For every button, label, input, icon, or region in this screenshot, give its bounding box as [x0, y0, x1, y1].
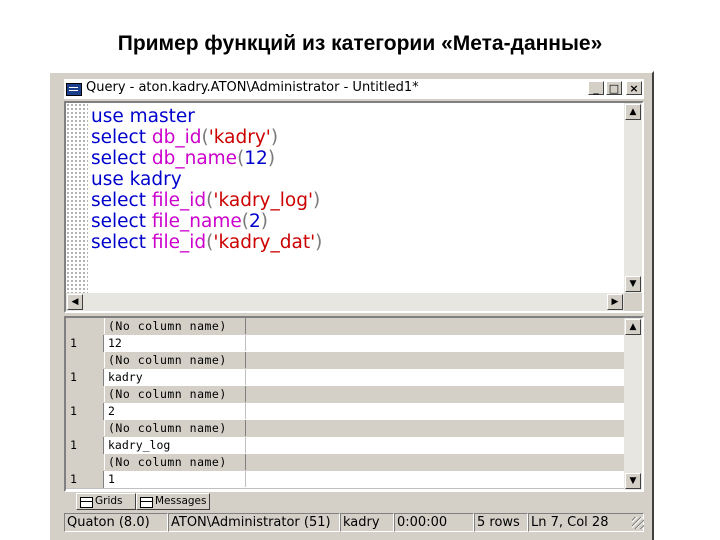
result-cell[interactable]: 1	[105, 471, 246, 487]
status-server: Quaton (8.0)	[64, 513, 168, 532]
column-header[interactable]: (No column name)	[104, 454, 246, 470]
code-token: (	[201, 127, 209, 148]
row-number[interactable]: 1	[66, 403, 104, 420]
result-header: (No column name)	[66, 318, 624, 336]
result-header: (No column name)	[66, 352, 624, 370]
code-token: file_name	[151, 211, 242, 232]
code-line: use kadry	[91, 169, 322, 190]
row-number[interactable]: 1	[66, 369, 104, 386]
code-token: select	[91, 190, 146, 211]
tab-messages[interactable]: Messages	[136, 493, 210, 510]
code-token: select	[91, 127, 146, 148]
column-header[interactable]: (No column name)	[104, 352, 246, 368]
table-row[interactable]: 1 kadry_log	[66, 437, 624, 455]
code-line: use master	[91, 106, 322, 127]
code-line: select file_id('kadry_dat')	[91, 232, 322, 253]
result-header: (No column name)	[66, 420, 624, 438]
result-cell[interactable]: 2	[105, 403, 246, 419]
sql-code[interactable]: use master select db_id('kadry') select db…	[91, 106, 322, 253]
result-header: (No column name)	[66, 386, 624, 404]
code-token: 12	[244, 148, 268, 169]
code-token: )	[313, 190, 321, 211]
code-token: file_id	[151, 232, 207, 253]
code-token: select	[91, 232, 146, 253]
row-number[interactable]: 1	[66, 335, 104, 352]
tab-grids[interactable]: Grids	[76, 493, 136, 510]
query-window: Query - aton.kadry.ATON\Administrator - …	[48, 71, 654, 540]
editor-gutter	[66, 103, 88, 293]
column-header[interactable]: (No column name)	[104, 386, 246, 402]
table-row[interactable]: 1 kadry	[66, 369, 624, 387]
maximize-button[interactable]: □	[606, 81, 622, 95]
code-token: db_id	[151, 127, 202, 148]
results-pane: (No column name) 1 12 (No column name) 1 kadr…	[64, 316, 644, 492]
column-header[interactable]: (No column name)	[104, 420, 246, 436]
code-token: 'kadry_dat'	[213, 232, 316, 253]
code-token: )	[267, 148, 276, 169]
code-token: kadry	[123, 169, 182, 190]
row-number[interactable]: 1	[66, 471, 104, 488]
table-row[interactable]: 11	[66, 471, 624, 489]
status-elapsed-time: 0:00:00	[394, 513, 474, 532]
scroll-right-icon[interactable]: ▶	[607, 294, 623, 310]
code-token: db_name	[151, 148, 238, 169]
tab-grids-label: Grids	[95, 495, 123, 507]
scroll-up-icon[interactable]: ▲	[625, 104, 641, 120]
result-cell[interactable]: 12	[105, 335, 246, 351]
table-row[interactable]: 1 12	[66, 335, 624, 353]
scroll-down-icon[interactable]: ▼	[625, 276, 641, 292]
result-header: (No column name)	[66, 454, 624, 472]
code-token: )	[315, 232, 323, 253]
code-line: select file_name(2)	[91, 211, 322, 232]
editor-vertical-scrollbar[interactable]: ▲ ▼	[624, 103, 642, 293]
code-token: select	[91, 211, 146, 232]
code-token: master	[123, 106, 195, 127]
code-token: 'kadry_log'	[213, 190, 314, 211]
code-token: file_id	[151, 190, 207, 211]
code-line: select db_name(12)	[91, 148, 322, 169]
query-editor[interactable]: use master select db_id('kadry') select db…	[64, 101, 644, 313]
messages-icon	[140, 497, 153, 508]
slide-title: Пример функций из категории «Мета-данные…	[117, 32, 603, 55]
tab-messages-label: Messages	[155, 495, 207, 507]
status-database: kadry	[340, 513, 394, 532]
close-button[interactable]: ×	[626, 81, 642, 95]
status-cursor-position: Ln 7, Col 28	[528, 513, 644, 532]
results-vertical-scrollbar[interactable]: ▲ ▼	[624, 318, 642, 490]
code-token: )	[270, 127, 279, 148]
query-window-icon	[66, 83, 82, 96]
code-token: use	[91, 106, 124, 127]
result-cell[interactable]: kadry	[105, 369, 246, 385]
status-bar: Quaton (8.0) ATON\Administrator (51) kad…	[64, 513, 644, 533]
window-titlebar[interactable]: Query - aton.kadry.ATON\Administrator - …	[64, 79, 644, 99]
table-row[interactable]: 12	[66, 403, 624, 421]
scroll-up-icon[interactable]: ▲	[625, 319, 641, 335]
editor-horizontal-scrollbar[interactable]: ◀ ▶	[66, 293, 624, 311]
scroll-down-icon[interactable]: ▼	[625, 473, 641, 489]
code-token: )	[260, 211, 268, 232]
result-cell[interactable]: kadry_log	[105, 437, 246, 453]
window-title: Query - aton.kadry.ATON\Administrator - …	[86, 80, 419, 95]
minimize-button[interactable]: _	[588, 81, 604, 95]
code-token: 'kadry'	[208, 127, 271, 148]
status-row-count: 5 rows	[474, 513, 528, 532]
grid-icon	[80, 497, 93, 508]
code-token: 2	[248, 211, 261, 232]
code-token: use	[91, 169, 124, 190]
scroll-left-icon[interactable]: ◀	[67, 294, 83, 310]
resize-grip-icon[interactable]	[632, 517, 644, 529]
code-line: select db_id('kadry')	[91, 127, 322, 148]
column-header[interactable]: (No column name)	[104, 318, 246, 334]
row-number[interactable]: 1	[66, 437, 104, 454]
scroll-corner	[624, 293, 642, 311]
code-line: select file_id('kadry_log')	[91, 190, 322, 211]
status-user: ATON\Administrator (51)	[168, 513, 340, 532]
code-token: (	[241, 211, 249, 232]
code-token: select	[91, 148, 146, 169]
results-tabs: Grids Messages	[64, 493, 644, 511]
